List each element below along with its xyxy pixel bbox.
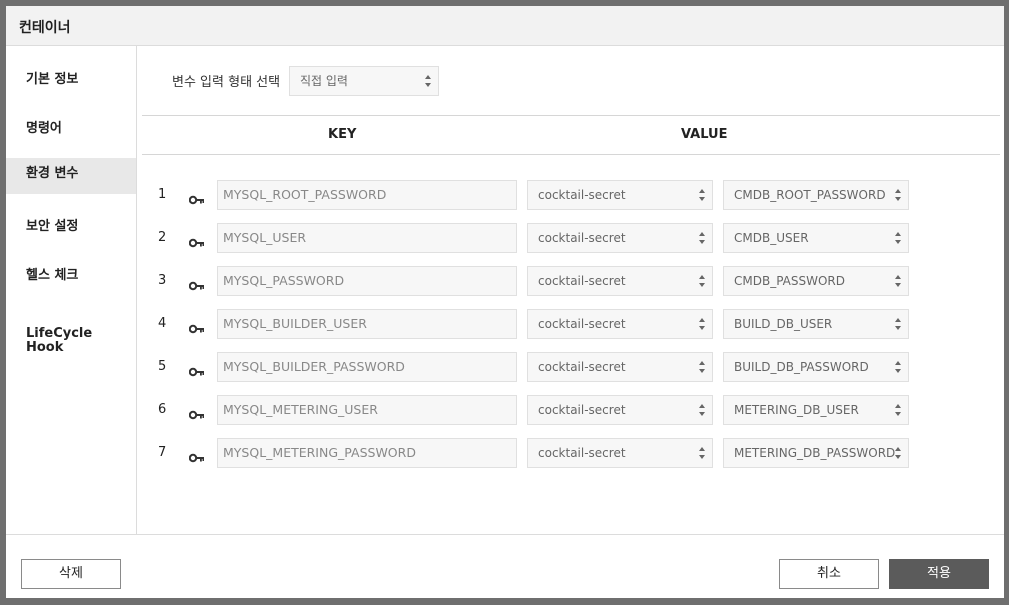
env-key-input[interactable]: MYSQL_PASSWORD — [217, 266, 517, 296]
sidebar-item-env-vars[interactable]: 환경 변수 — [6, 158, 136, 194]
key-icon — [188, 233, 205, 248]
secret-name-value: cocktail-secret — [538, 360, 626, 374]
delete-button[interactable]: 삭제 — [21, 559, 121, 589]
secret-key-value: CMDB_ROOT_PASSWORD — [734, 188, 886, 202]
select-arrows-icon — [699, 361, 706, 373]
env-key-input[interactable]: MYSQL_USER — [217, 223, 517, 253]
key-icon — [188, 448, 205, 463]
select-arrows-icon — [425, 75, 432, 87]
secret-key-select[interactable]: CMDB_ROOT_PASSWORD — [723, 180, 909, 210]
secret-key-value: BUILD_DB_USER — [734, 317, 833, 331]
secret-name-select[interactable]: cocktail-secret — [527, 352, 713, 382]
dialog-title: 컨테이너 — [19, 20, 71, 36]
sidebar: 기본 정보 명령어 환경 변수 보안 설정 헬스 체크 LifeCycle Ho… — [6, 46, 137, 534]
secret-name-select[interactable]: cocktail-secret — [527, 266, 713, 296]
secret-key-select[interactable]: BUILD_DB_USER — [723, 309, 909, 339]
select-arrows-icon — [895, 447, 902, 459]
env-vars-panel: 변수 입력 형태 선택 직접 입력 KEY VALUE 1 MYSQL_ROOT_… — [137, 46, 1004, 534]
select-arrows-icon — [699, 232, 706, 244]
key-icon — [188, 319, 205, 334]
secret-name-select[interactable]: cocktail-secret — [527, 180, 713, 210]
select-arrows-icon — [895, 275, 902, 287]
secret-key-value: METERING_DB_USER — [734, 403, 859, 417]
select-arrows-icon — [895, 232, 902, 244]
sidebar-item-label: 기본 정보 — [26, 72, 79, 87]
cancel-button[interactable]: 취소 — [779, 559, 879, 589]
secret-key-value: BUILD_DB_PASSWORD — [734, 360, 869, 374]
apply-button[interactable]: 적용 — [889, 559, 989, 589]
column-header-value: VALUE — [681, 127, 728, 142]
select-arrows-icon — [699, 318, 706, 330]
sidebar-item-health-check[interactable]: 헬스 체크 — [6, 264, 136, 283]
row-number: 2 — [158, 230, 167, 245]
env-key-input[interactable]: MYSQL_METERING_USER — [217, 395, 517, 425]
input-type-select[interactable]: 직접 입력 — [289, 66, 439, 96]
env-key-input[interactable]: MYSQL_METERING_PASSWORD — [217, 438, 517, 468]
env-var-row: 7 MYSQL_METERING_PASSWORD cocktail-secret M… — [137, 438, 1004, 468]
key-icon — [188, 405, 205, 420]
secret-name-select[interactable]: cocktail-secret — [527, 438, 713, 468]
key-icon — [188, 276, 205, 291]
select-arrows-icon — [699, 447, 706, 459]
sidebar-item-label: 보안 설정 — [26, 219, 79, 234]
input-type-value: 직접 입력 — [300, 74, 348, 88]
header-divider-top — [142, 115, 1000, 116]
secret-key-select[interactable]: METERING_DB_PASSWORD — [723, 438, 909, 468]
sidebar-item-label: LifeCycle Hook — [26, 326, 93, 355]
env-var-row: 1 MYSQL_ROOT_PASSWORD cocktail-secret CMDB_… — [137, 180, 1004, 210]
secret-name-value: cocktail-secret — [538, 403, 626, 417]
secret-name-value: cocktail-secret — [538, 188, 626, 202]
sidebar-item-label: 헬스 체크 — [26, 268, 79, 283]
column-header-key: KEY — [328, 127, 357, 142]
secret-name-value: cocktail-secret — [538, 446, 626, 460]
select-arrows-icon — [699, 275, 706, 287]
env-var-row: 5 MYSQL_BUILDER_PASSWORD cocktail-secret BU… — [137, 352, 1004, 382]
secret-name-select[interactable]: cocktail-secret — [527, 309, 713, 339]
sidebar-item-label: 명령어 — [26, 121, 62, 136]
secret-key-select[interactable]: BUILD_DB_PASSWORD — [723, 352, 909, 382]
dialog-titlebar: 컨테이너 — [6, 6, 1004, 46]
env-key-input[interactable]: MYSQL_ROOT_PASSWORD — [217, 180, 517, 210]
row-number: 3 — [158, 273, 167, 288]
env-var-row: 4 MYSQL_BUILDER_USER cocktail-secret BUILD_… — [137, 309, 1004, 339]
secret-name-value: cocktail-secret — [538, 231, 626, 245]
select-arrows-icon — [699, 404, 706, 416]
row-number: 6 — [158, 402, 167, 417]
env-key-input[interactable]: MYSQL_BUILDER_PASSWORD — [217, 352, 517, 382]
sidebar-item-label: 환경 변수 — [26, 166, 79, 181]
env-var-row: 6 MYSQL_METERING_USER cocktail-secret METER… — [137, 395, 1004, 425]
select-arrows-icon — [895, 189, 902, 201]
dialog-footer: 삭제 취소 적용 — [6, 534, 1004, 599]
secret-name-value: cocktail-secret — [538, 274, 626, 288]
row-number: 1 — [158, 187, 167, 202]
sidebar-item-command[interactable]: 명령어 — [6, 117, 136, 136]
sidebar-item-security[interactable]: 보안 설정 — [6, 215, 136, 234]
sidebar-item-basic-info[interactable]: 기본 정보 — [6, 68, 136, 87]
sidebar-item-lifecycle-hook[interactable]: LifeCycle Hook — [6, 313, 136, 355]
secret-key-select[interactable]: CMDB_USER — [723, 223, 909, 253]
env-var-row: 3 MYSQL_PASSWORD cocktail-secret CMDB_PASSW… — [137, 266, 1004, 296]
secret-key-select[interactable]: METERING_DB_USER — [723, 395, 909, 425]
secret-key-value: CMDB_PASSWORD — [734, 274, 846, 288]
secret-key-value: CMDB_USER — [734, 231, 809, 245]
row-number: 7 — [158, 445, 167, 460]
select-arrows-icon — [699, 189, 706, 201]
key-icon — [188, 190, 205, 205]
env-var-row: 2 MYSQL_USER cocktail-secret CMDB_USER — [137, 223, 1004, 253]
secret-name-value: cocktail-secret — [538, 317, 626, 331]
select-arrows-icon — [895, 318, 902, 330]
header-divider-bottom — [142, 154, 1000, 155]
row-number: 4 — [158, 316, 167, 331]
secret-name-select[interactable]: cocktail-secret — [527, 395, 713, 425]
env-key-input[interactable]: MYSQL_BUILDER_USER — [217, 309, 517, 339]
row-number: 5 — [158, 359, 167, 374]
key-icon — [188, 362, 205, 377]
secret-key-select[interactable]: CMDB_PASSWORD — [723, 266, 909, 296]
select-arrows-icon — [895, 361, 902, 373]
input-type-label: 변수 입력 형태 선택 — [172, 75, 281, 90]
secret-key-value: METERING_DB_PASSWORD — [734, 446, 896, 460]
select-arrows-icon — [895, 404, 902, 416]
container-dialog: 컨테이너 기본 정보 명령어 환경 변수 보안 설정 헬스 체크 LifeCyc… — [6, 6, 1004, 598]
secret-name-select[interactable]: cocktail-secret — [527, 223, 713, 253]
